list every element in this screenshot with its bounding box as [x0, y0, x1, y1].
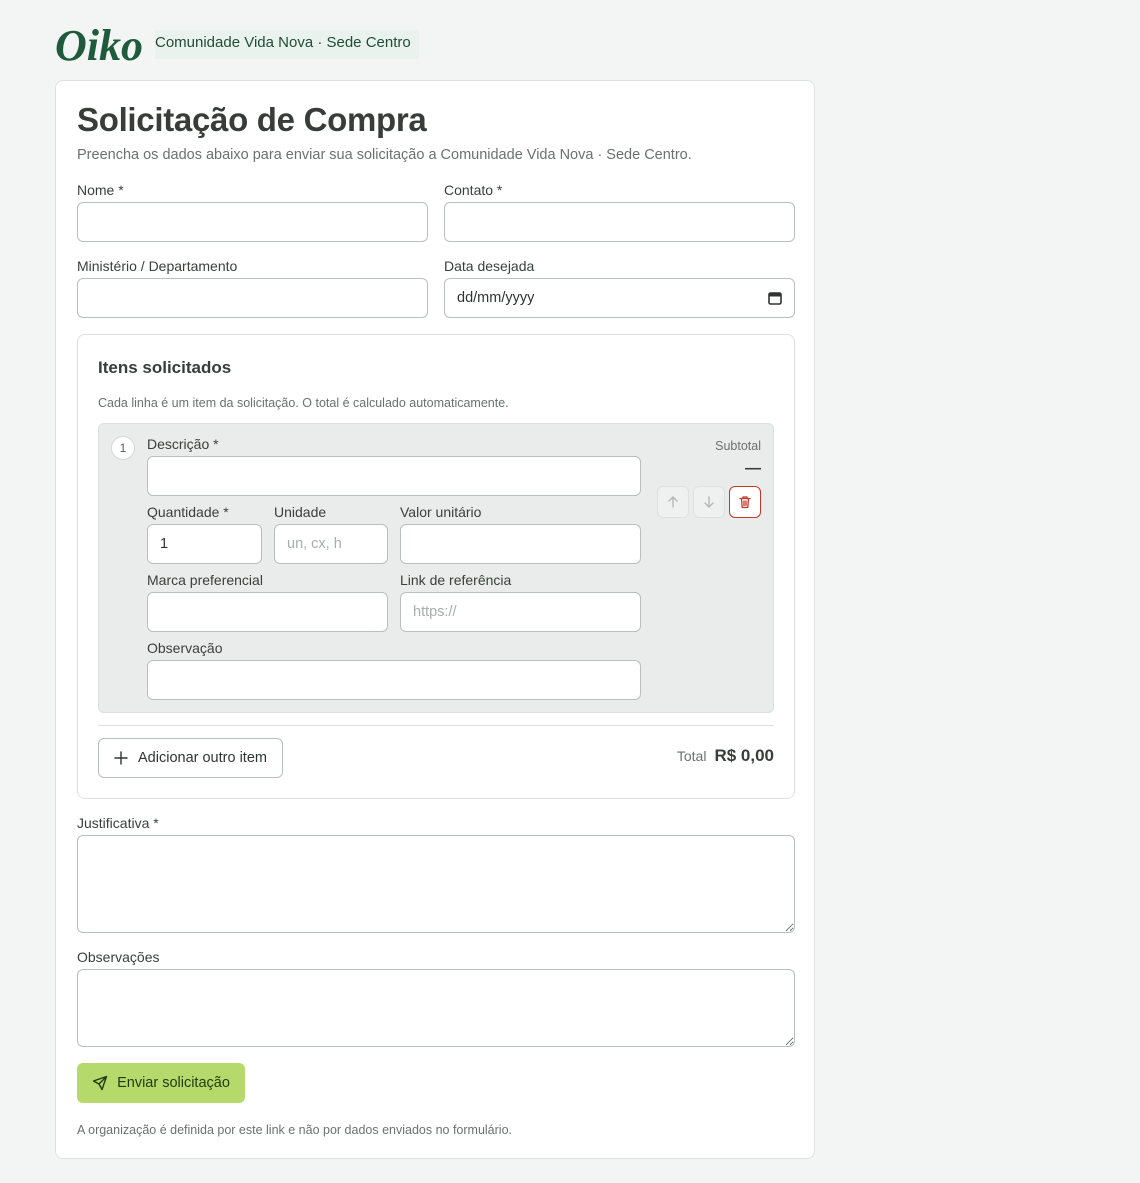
data-label: Data desejada	[444, 258, 535, 274]
link-label: Link de referência	[400, 572, 512, 588]
valor-unitario-label: Valor unitário	[400, 504, 482, 520]
quantidade-label: Quantidade *	[147, 504, 229, 520]
quantidade-input[interactable]	[147, 524, 262, 564]
justificativa-label: Justificativa *	[77, 815, 159, 831]
item-number: 1	[111, 436, 135, 460]
items-subtitle: Cada linha é um item da solicitação. O t…	[98, 396, 509, 410]
arrow-up-icon	[668, 496, 678, 508]
items-title: Itens solicitados	[98, 358, 232, 377]
page-subtitle: Preencha os dados abaixo para enviar sua…	[77, 147, 692, 163]
items-divider	[98, 725, 774, 726]
delete-item-button[interactable]	[729, 486, 761, 518]
observacoes-label: Observações	[77, 949, 160, 965]
page-title: Solicitação de Compra	[77, 101, 427, 138]
move-down-button[interactable]	[693, 486, 725, 518]
submit-label: Enviar solicitação	[117, 1075, 230, 1091]
calendar-icon[interactable]	[768, 291, 782, 305]
oiko-logo: Oiko	[55, 22, 143, 66]
contato-input[interactable]	[444, 202, 795, 242]
add-item-button[interactable]: Adicionar outro item	[98, 738, 283, 778]
link-input[interactable]	[400, 592, 641, 632]
move-up-button[interactable]	[657, 486, 689, 518]
subtotal-label: Subtotal	[715, 439, 761, 453]
contato-label: Contato *	[444, 182, 503, 198]
send-icon	[92, 1075, 108, 1091]
items-section: Itens solicitados Cada linha é um item d…	[77, 334, 795, 799]
data-input[interactable]: dd/mm/yyyy	[444, 278, 795, 318]
nome-input[interactable]	[77, 202, 428, 242]
footer-note: A organização é definida por este link e…	[77, 1123, 513, 1137]
svg-text:Oiko: Oiko	[55, 22, 143, 66]
purchase-request-form: Solicitação de Compra Preencha os dados …	[55, 80, 815, 1159]
ministerio-label: Ministério / Departamento	[77, 258, 238, 274]
marca-input[interactable]	[147, 592, 388, 632]
unidade-input[interactable]	[274, 524, 388, 564]
org-name: Comunidade Vida Nova · Sede Centro	[155, 29, 419, 59]
plus-icon	[114, 751, 128, 765]
date-value: dd/mm/yyyy	[457, 290, 535, 306]
marca-label: Marca preferencial	[147, 572, 263, 588]
total-value: R$ 0,00	[714, 746, 774, 765]
observacoes-textarea[interactable]	[77, 969, 795, 1047]
add-item-label: Adicionar outro item	[138, 750, 267, 766]
ministerio-input[interactable]	[77, 278, 428, 318]
observacao-label: Observação	[147, 640, 223, 656]
total-label: Total	[676, 748, 707, 764]
arrow-down-icon	[704, 496, 714, 508]
nome-label: Nome *	[77, 182, 124, 198]
observacao-input[interactable]	[147, 660, 641, 700]
total: Total R$ 0,00	[677, 746, 774, 766]
descricao-input[interactable]	[147, 456, 641, 496]
unidade-label: Unidade	[274, 504, 327, 520]
valor-unitario-input[interactable]	[400, 524, 641, 564]
descricao-label: Descrição *	[147, 436, 219, 452]
subtotal-value: —	[745, 460, 761, 477]
justificativa-textarea[interactable]	[77, 835, 795, 933]
submit-button[interactable]: Enviar solicitação	[77, 1063, 245, 1103]
item-row: 1 Descrição * Quantidade * Unidade Valor…	[98, 423, 774, 713]
trash-icon	[739, 496, 751, 509]
brand-header: Oiko Comunidade Vida Nova · Sede Centro	[55, 22, 419, 66]
